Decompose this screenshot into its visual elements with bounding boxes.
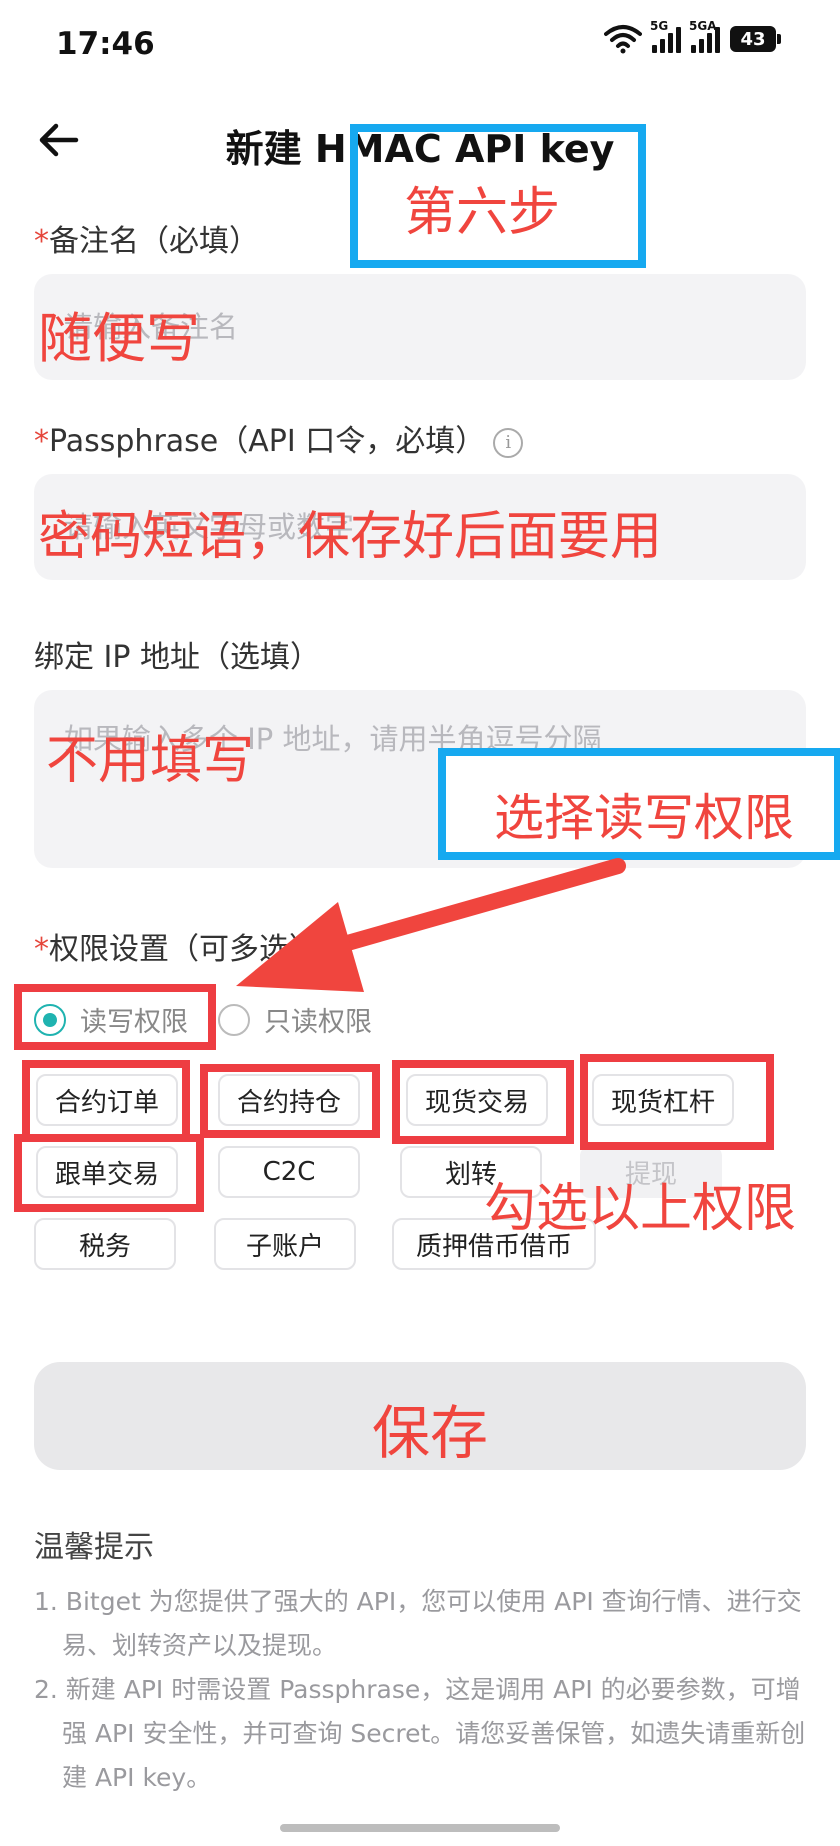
info-icon[interactable]: i [493, 427, 524, 458]
annotation-read-write-box [14, 984, 216, 1050]
tips-title: 温馨提示 [34, 1530, 154, 1565]
permission-label: *权限设置（可多选） [34, 932, 319, 967]
annotation-chip-box [14, 1134, 204, 1212]
ip-label: 绑定 IP 地址（选填） [34, 640, 321, 675]
radio-unselected-icon [218, 1003, 250, 1036]
annotation-save-hint: 保存 [372, 1399, 489, 1467]
annotation-chip-box [200, 1064, 380, 1138]
cell-signal-icon: 5G [650, 19, 681, 53]
annotation-passphrase-hint: 密码短语，保存好后面要用 [38, 507, 663, 567]
annotation-remark-hint: 随便写 [38, 307, 200, 370]
annotation-chips-hint: 勾选以上权限 [484, 1179, 797, 1239]
read-only-radio[interactable]: 只读权限 [218, 1000, 372, 1039]
cell-signal-icon: 5GA [689, 19, 720, 53]
annotation-chip-box [580, 1054, 774, 1150]
battery-icon: 43 [730, 26, 781, 52]
chip-c2c[interactable]: C2C [218, 1146, 360, 1198]
status-icons: 5G 5GA 43 [604, 19, 781, 54]
annotation-step-text: 第六步 [404, 183, 561, 243]
annotation-chip-box [22, 1060, 190, 1142]
tip-item: 1. Bitget 为您提供了强大的 API，您可以使用 API 查询行情、进行… [34, 1587, 802, 1660]
wifi-icon [604, 25, 642, 54]
annotation-chip-box [392, 1060, 574, 1144]
back-arrow-icon[interactable] [36, 118, 80, 162]
passphrase-label: *Passphrase（API 口令，必填） i [34, 416, 524, 460]
annotation-permission-hint: 选择读写权限 [494, 789, 794, 847]
chip-sub-account[interactable]: 子账户 [214, 1218, 356, 1270]
annotation-ip-hint: 不用填写 [46, 731, 255, 791]
home-indicator [280, 1824, 560, 1832]
chip-tax[interactable]: 税务 [34, 1218, 176, 1270]
status-time: 17:46 [56, 26, 155, 62]
tip-item: 2. 新建 API 时需设置 Passphrase，这是调用 API 的必要参数… [34, 1675, 806, 1792]
remark-label: *备注名（必填） [34, 224, 259, 259]
